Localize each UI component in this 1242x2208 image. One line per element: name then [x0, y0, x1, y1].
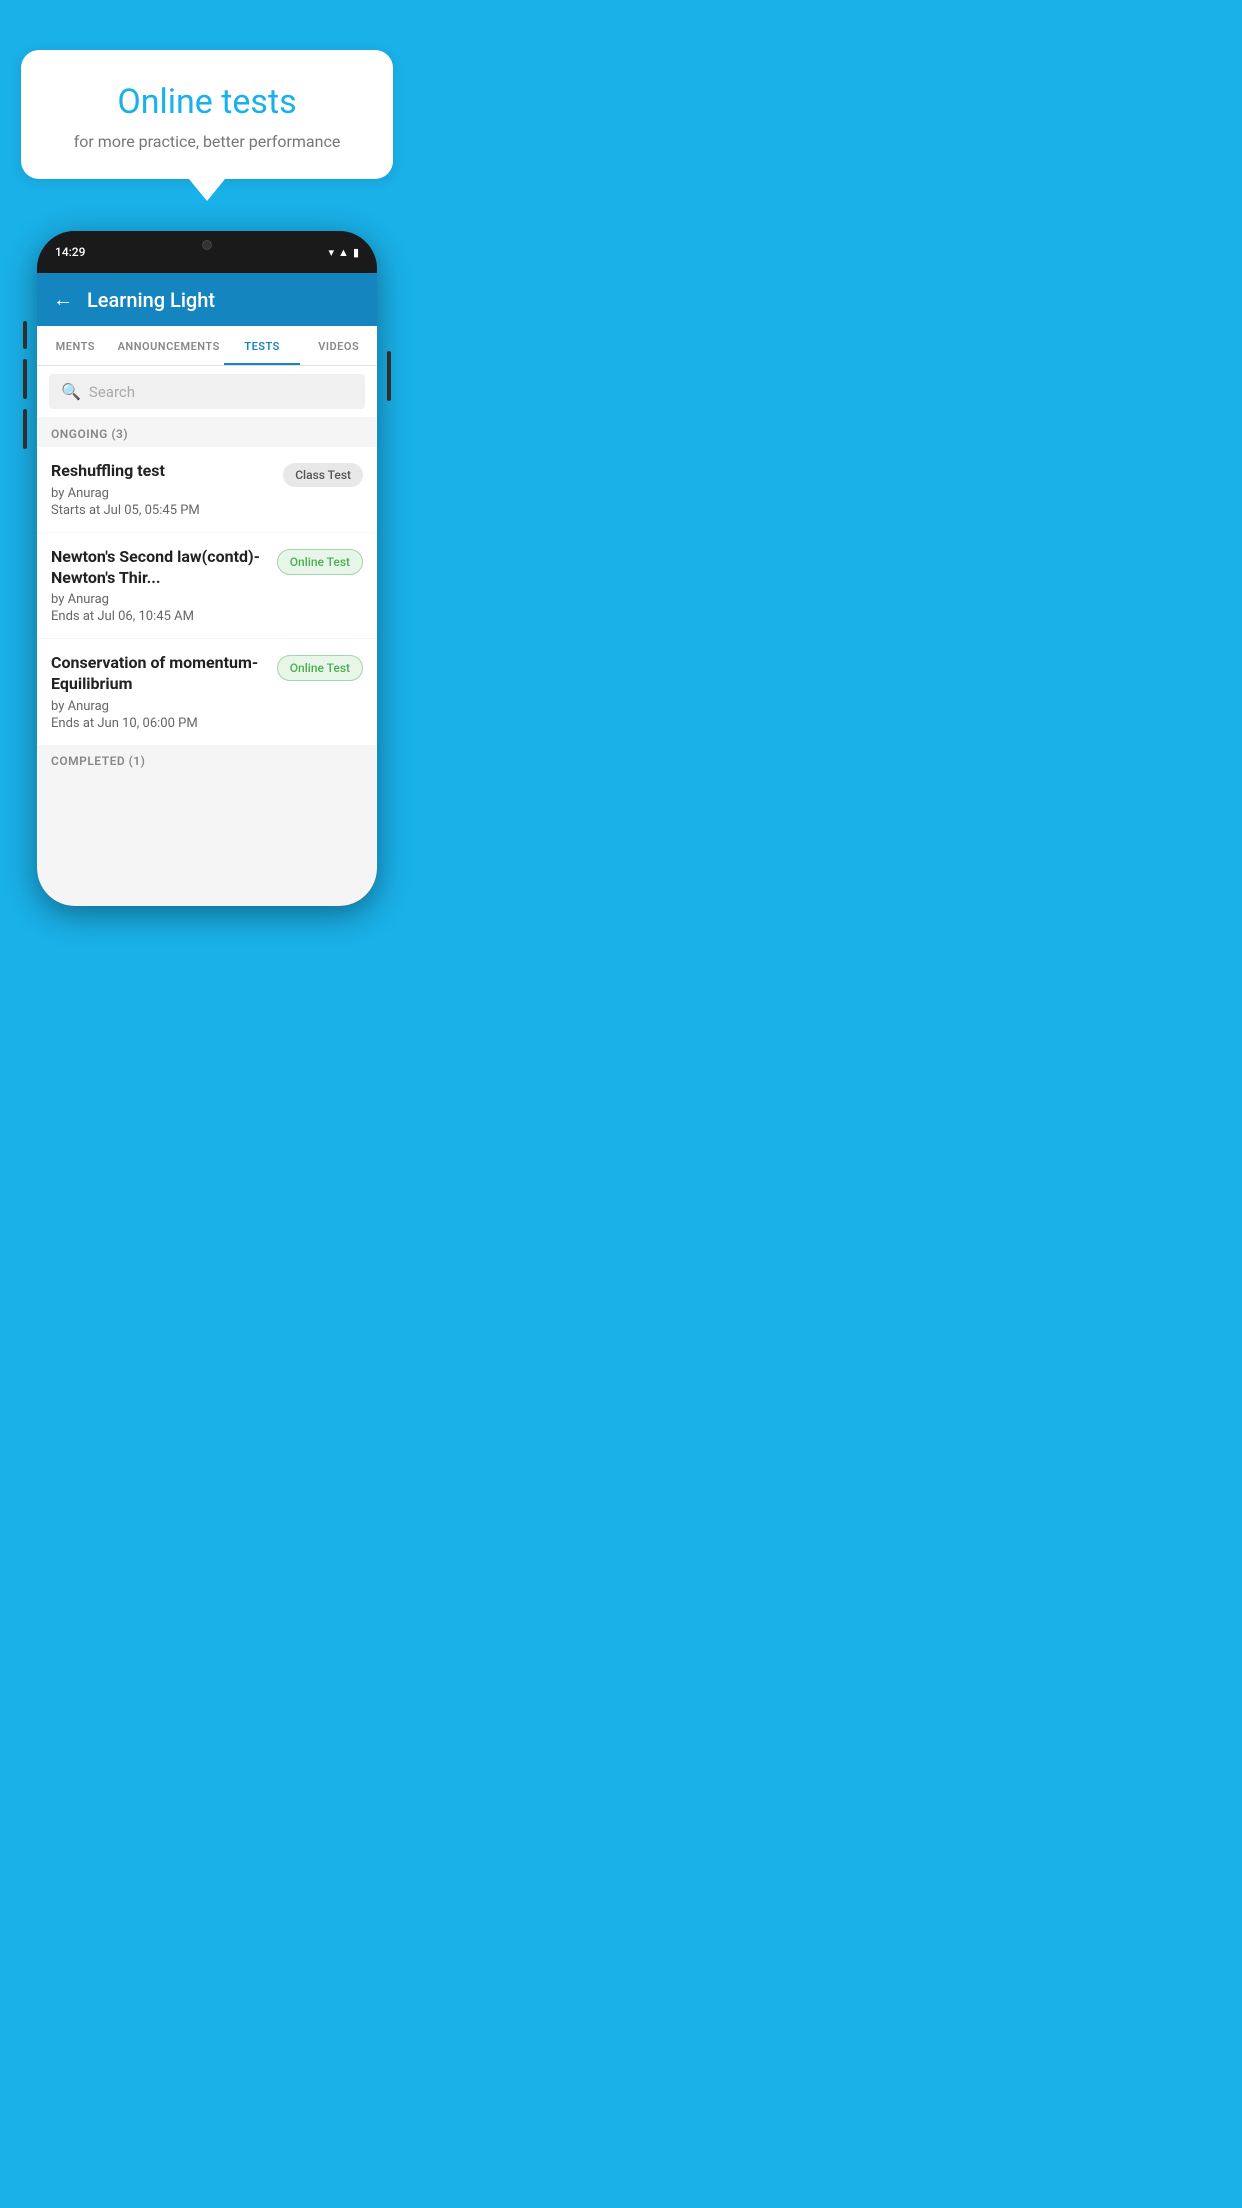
battery-icon: ▮: [353, 246, 359, 259]
power-button: [387, 351, 391, 401]
tabs-bar: MENTS ANNOUNCEMENTS TESTS VIDEOS: [37, 326, 377, 366]
test-1-badge: Class Test: [283, 463, 363, 487]
test-2-badge: Online Test: [277, 549, 363, 575]
search-bar: 🔍 Search: [37, 366, 377, 417]
test-2-date: Ends at Jul 06, 10:45 AM: [51, 609, 267, 624]
phone-content: 🔍 Search ONGOING (3) Reshuffling test by…: [37, 366, 377, 906]
test-card-2-info: Newton's Second law(contd)-Newton's Thir…: [51, 547, 267, 625]
test-2-by: by Anurag: [51, 592, 267, 607]
app-title: Learning Light: [87, 288, 215, 312]
test-card-3[interactable]: Conservation of momentum-Equilibrium by …: [37, 639, 377, 745]
signal-icon: ▲: [338, 246, 349, 259]
vol-up-btn: [23, 359, 27, 399]
test-card-3-info: Conservation of momentum-Equilibrium by …: [51, 653, 267, 731]
app-header: ← Learning Light: [37, 273, 377, 326]
test-3-badge: Online Test: [277, 655, 363, 681]
search-input-wrapper[interactable]: 🔍 Search: [49, 374, 365, 409]
test-3-date: Ends at Jun 10, 06:00 PM: [51, 716, 267, 731]
test-2-name: Newton's Second law(contd)-Newton's Thir…: [51, 547, 267, 589]
test-3-by: by Anurag: [51, 699, 267, 714]
camera: [202, 240, 212, 250]
phone-frame: 14:29 ▾ ▲ ▮ ← Learning Light MENTS ANNOU…: [37, 231, 377, 906]
notch: [167, 231, 247, 259]
test-1-name: Reshuffling test: [51, 461, 273, 482]
search-icon: 🔍: [61, 382, 81, 401]
back-button[interactable]: ←: [53, 287, 73, 312]
status-time: 14:29: [55, 245, 85, 259]
bubble-title: Online tests: [45, 82, 370, 122]
test-1-date: Starts at Jul 05, 05:45 PM: [51, 503, 273, 518]
completed-section-label: COMPLETED (1): [37, 746, 377, 776]
tab-ments[interactable]: MENTS: [37, 326, 114, 365]
phone-wrapper: 14:29 ▾ ▲ ▮ ← Learning Light MENTS ANNOU…: [27, 231, 387, 906]
test-card-1[interactable]: Reshuffling test by Anurag Starts at Jul…: [37, 447, 377, 532]
status-icons: ▾ ▲ ▮: [329, 246, 359, 259]
speech-bubble-arrow: [189, 179, 225, 201]
speech-bubble: Online tests for more practice, better p…: [21, 50, 394, 179]
vol-down-btn: [23, 409, 27, 449]
test-card-1-info: Reshuffling test by Anurag Starts at Jul…: [51, 461, 273, 518]
phone-side-buttons-right: [387, 351, 391, 401]
power-btn: [23, 321, 27, 349]
tab-videos[interactable]: VIDEOS: [300, 326, 377, 365]
tab-tests[interactable]: TESTS: [224, 326, 301, 365]
promo-section: Online tests for more practice, better p…: [21, 50, 394, 201]
status-bar: 14:29 ▾ ▲ ▮: [37, 231, 377, 273]
wifi-icon: ▾: [329, 246, 335, 259]
test-1-by: by Anurag: [51, 486, 273, 501]
phone-side-buttons-left: [23, 321, 27, 449]
test-3-name: Conservation of momentum-Equilibrium: [51, 653, 267, 695]
test-card-2[interactable]: Newton's Second law(contd)-Newton's Thir…: [37, 533, 377, 639]
ongoing-section-label: ONGOING (3): [37, 417, 377, 447]
bubble-subtitle: for more practice, better performance: [45, 132, 370, 151]
search-placeholder-text: Search: [89, 383, 135, 401]
tab-announcements[interactable]: ANNOUNCEMENTS: [114, 326, 224, 365]
